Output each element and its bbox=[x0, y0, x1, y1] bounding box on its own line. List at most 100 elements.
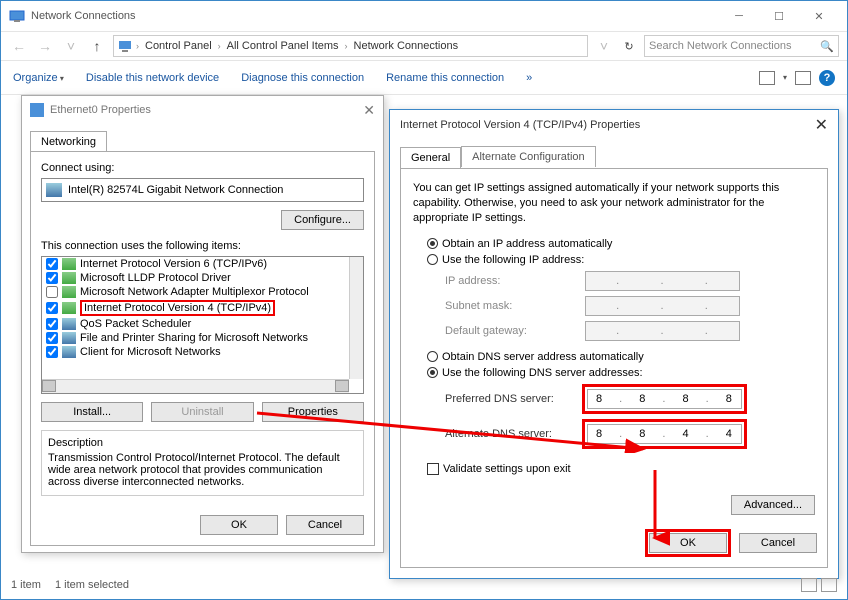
item-checkbox[interactable] bbox=[46, 302, 58, 314]
list-item[interactable]: Microsoft Network Adapter Multiplexor Pr… bbox=[42, 285, 363, 299]
chevron-right-icon: › bbox=[216, 41, 223, 51]
tab-networking[interactable]: Networking bbox=[30, 131, 107, 152]
item-checkbox[interactable] bbox=[46, 272, 58, 284]
item-checkbox[interactable] bbox=[46, 258, 58, 270]
adapter-icon bbox=[46, 183, 62, 197]
rename-button[interactable]: Rename this connection bbox=[386, 72, 504, 84]
protocol-list[interactable]: Internet Protocol Version 6 (TCP/IPv6)Mi… bbox=[41, 256, 364, 394]
forward-button[interactable]: → bbox=[35, 38, 55, 54]
crumb-item[interactable]: Control Panel bbox=[143, 40, 214, 52]
close-icon[interactable]: ✕ bbox=[363, 102, 375, 119]
subnet-mask-input: ... bbox=[585, 296, 740, 316]
crumb-item[interactable]: All Control Panel Items bbox=[225, 40, 341, 52]
breadcrumb[interactable]: › Control Panel › All Control Panel Item… bbox=[113, 35, 588, 57]
scrollbar-vertical[interactable] bbox=[349, 257, 363, 379]
properties-button[interactable]: Properties bbox=[262, 402, 364, 422]
item-label: Client for Microsoft Networks bbox=[80, 346, 221, 358]
ip-address-label: IP address: bbox=[445, 275, 585, 287]
advanced-button[interactable]: Advanced... bbox=[731, 495, 815, 515]
item-checkbox[interactable] bbox=[46, 286, 58, 298]
description-heading: Description bbox=[48, 437, 357, 449]
maximize-button[interactable]: ☐ bbox=[759, 2, 799, 30]
preferred-dns-input[interactable]: 8.8.8.8 bbox=[587, 389, 742, 409]
chevron-right-icon: › bbox=[343, 41, 350, 51]
adapter-name: Intel(R) 82574L Gigabit Network Connecti… bbox=[68, 184, 283, 196]
view-layout-icon[interactable] bbox=[759, 71, 775, 85]
cancel-button[interactable]: Cancel bbox=[286, 515, 364, 535]
crumb-item[interactable]: Network Connections bbox=[352, 40, 461, 52]
adapter-field[interactable]: Intel(R) 82574L Gigabit Network Connecti… bbox=[41, 178, 364, 202]
dialog-title: Internet Protocol Version 4 (TCP/IPv4) P… bbox=[400, 119, 640, 131]
disable-device-button[interactable]: Disable this network device bbox=[86, 72, 219, 84]
search-input[interactable]: Search Network Connections 🔍 bbox=[644, 35, 839, 57]
more-commands[interactable]: » bbox=[526, 72, 532, 84]
radio-auto-dns[interactable]: Obtain DNS server address automatically bbox=[427, 351, 815, 363]
preferred-dns-label: Preferred DNS server: bbox=[445, 393, 585, 405]
validate-checkbox[interactable]: Validate settings upon exit bbox=[427, 463, 815, 475]
client-icon bbox=[62, 318, 76, 330]
list-item[interactable]: Internet Protocol Version 4 (TCP/IPv4) bbox=[42, 299, 363, 317]
close-icon[interactable]: ✕ bbox=[815, 115, 828, 135]
gateway-input: ... bbox=[585, 321, 740, 341]
list-item[interactable]: QoS Packet Scheduler bbox=[42, 317, 363, 331]
item-checkbox[interactable] bbox=[46, 346, 58, 358]
dns-highlight: 8.8.4.4 bbox=[582, 419, 747, 449]
gateway-label: Default gateway: bbox=[445, 325, 585, 337]
item-checkbox[interactable] bbox=[46, 332, 58, 344]
checkbox-icon bbox=[427, 463, 439, 475]
ok-button[interactable]: OK bbox=[200, 515, 278, 535]
up-button[interactable]: ↑ bbox=[87, 38, 107, 54]
item-checkbox[interactable] bbox=[46, 318, 58, 330]
install-button[interactable]: Install... bbox=[41, 402, 143, 422]
minimize-button[interactable]: ─ bbox=[719, 2, 759, 30]
search-placeholder: Search Network Connections bbox=[649, 40, 791, 52]
refresh-button[interactable]: ↻ bbox=[620, 40, 638, 53]
ethernet-properties-dialog: Ethernet0 Properties ✕ Networking Connec… bbox=[21, 95, 384, 553]
protocol-icon bbox=[62, 286, 76, 298]
radio-static-ip[interactable]: Use the following IP address: bbox=[427, 254, 815, 266]
window-title: Network Connections bbox=[31, 10, 136, 22]
pc-icon bbox=[118, 39, 132, 53]
item-label: Microsoft LLDP Protocol Driver bbox=[80, 272, 231, 284]
diagnose-button[interactable]: Diagnose this connection bbox=[241, 72, 364, 84]
radio-icon bbox=[427, 367, 438, 378]
protocol-icon bbox=[62, 258, 76, 270]
tab-alternate[interactable]: Alternate Configuration bbox=[461, 146, 596, 167]
list-item[interactable]: File and Printer Sharing for Microsoft N… bbox=[42, 331, 363, 345]
radio-static-dns[interactable]: Use the following DNS server addresses: bbox=[427, 367, 815, 379]
list-item[interactable]: Microsoft LLDP Protocol Driver bbox=[42, 271, 363, 285]
back-button[interactable]: ← bbox=[9, 38, 29, 54]
crumb-history[interactable]: ˅ bbox=[594, 38, 614, 54]
preview-pane-icon[interactable] bbox=[795, 71, 811, 85]
tab-general[interactable]: General bbox=[400, 147, 461, 169]
configure-button[interactable]: Configure... bbox=[281, 210, 364, 230]
list-item[interactable]: Internet Protocol Version 6 (TCP/IPv6) bbox=[42, 257, 363, 271]
window-titlebar: Network Connections ─ ☐ ✕ bbox=[1, 1, 847, 31]
ip-address-input: ... bbox=[585, 271, 740, 291]
view-large-icon[interactable] bbox=[821, 578, 837, 592]
items-label: This connection uses the following items… bbox=[41, 236, 364, 252]
cancel-button[interactable]: Cancel bbox=[739, 533, 817, 553]
ok-highlight: OK bbox=[645, 529, 731, 557]
list-item[interactable]: Client for Microsoft Networks bbox=[42, 345, 363, 359]
item-label: Internet Protocol Version 4 (TCP/IPv4) bbox=[80, 300, 275, 316]
chevron-down-icon: ▾ bbox=[783, 73, 787, 82]
search-icon: 🔍 bbox=[820, 40, 834, 53]
recent-dropdown[interactable]: ˅ bbox=[61, 38, 81, 54]
view-details-icon[interactable] bbox=[801, 578, 817, 592]
subnet-mask-label: Subnet mask: bbox=[445, 300, 585, 312]
chevron-right-icon: › bbox=[134, 41, 141, 51]
scrollbar-horizontal[interactable] bbox=[42, 379, 349, 393]
dialog-title: Ethernet0 Properties bbox=[50, 104, 151, 116]
help-icon[interactable]: ? bbox=[819, 70, 835, 86]
close-button[interactable]: ✕ bbox=[799, 2, 839, 30]
radio-auto-ip[interactable]: Obtain an IP address automatically bbox=[427, 238, 815, 250]
ok-button[interactable]: OK bbox=[649, 533, 727, 553]
connect-using-label: Connect using: bbox=[41, 162, 364, 174]
organize-menu[interactable]: Organize bbox=[13, 72, 64, 84]
info-text: You can get IP settings assigned automat… bbox=[413, 181, 815, 226]
dns-highlight: 8.8.8.8 bbox=[582, 384, 747, 414]
alternate-dns-input[interactable]: 8.8.4.4 bbox=[587, 424, 742, 444]
radio-icon bbox=[427, 254, 438, 265]
toolbar: Organize Disable this network device Dia… bbox=[1, 61, 847, 95]
